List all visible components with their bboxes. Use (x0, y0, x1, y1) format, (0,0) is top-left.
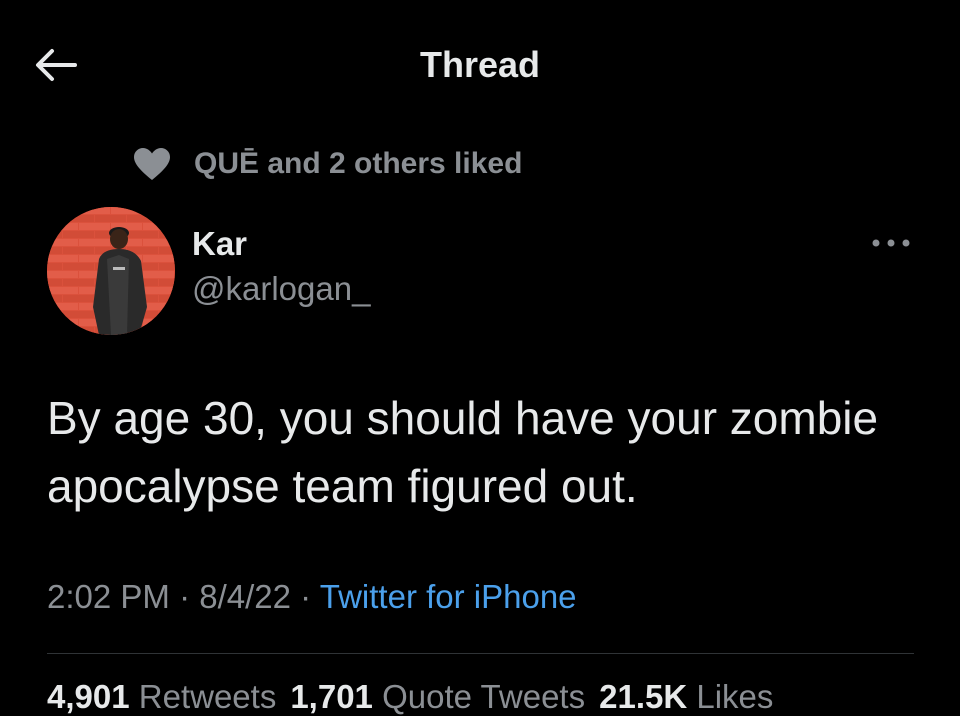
tweet-stats: 4,901 Retweets 1,701 Quote Tweets 21.5K Li… (47, 678, 773, 716)
likes-label: Likes (696, 678, 774, 715)
likes-count: 21.5K (599, 678, 688, 715)
author-handle[interactable]: @karlogan_ (192, 266, 370, 312)
author-name[interactable]: Kar (192, 222, 370, 266)
more-horizontal-icon (872, 239, 910, 247)
tweet-meta: 2:02 PM · 8/4/22 · Twitter for iPhone (47, 578, 577, 616)
avatar[interactable] (47, 207, 175, 335)
tweet-time[interactable]: 2:02 PM (47, 578, 170, 615)
tweet-source-link[interactable]: Twitter for iPhone (320, 578, 577, 615)
thread-header: Thread (0, 0, 960, 130)
quote-tweets-label: Quote Tweets (382, 678, 586, 715)
likes-stat[interactable]: 21.5K Likes (599, 678, 773, 715)
avatar-photo (47, 207, 175, 335)
meta-separator: · (179, 578, 191, 615)
page-title: Thread (419, 44, 541, 85)
retweets-label: Retweets (138, 678, 277, 715)
quote-tweets-count: 1,701 (290, 678, 373, 715)
tweet-author[interactable]: Kar @karlogan_ (192, 222, 370, 312)
social-context-text: QUĒ and 2 others liked (194, 147, 523, 180)
meta-separator: · (300, 578, 312, 615)
tweet-text: By age 30, you should have your zombie a… (47, 392, 879, 512)
heart-icon (132, 145, 172, 183)
tweet-date[interactable]: 8/4/22 (199, 578, 291, 615)
more-options-button[interactable] (868, 228, 914, 258)
retweets-stat[interactable]: 4,901 Retweets (47, 678, 276, 715)
divider (47, 653, 914, 654)
retweets-count: 4,901 (47, 678, 130, 715)
quote-tweets-stat[interactable]: 1,701 Quote Tweets (290, 678, 585, 715)
social-context[interactable]: QUĒ and 2 others liked (132, 142, 522, 186)
